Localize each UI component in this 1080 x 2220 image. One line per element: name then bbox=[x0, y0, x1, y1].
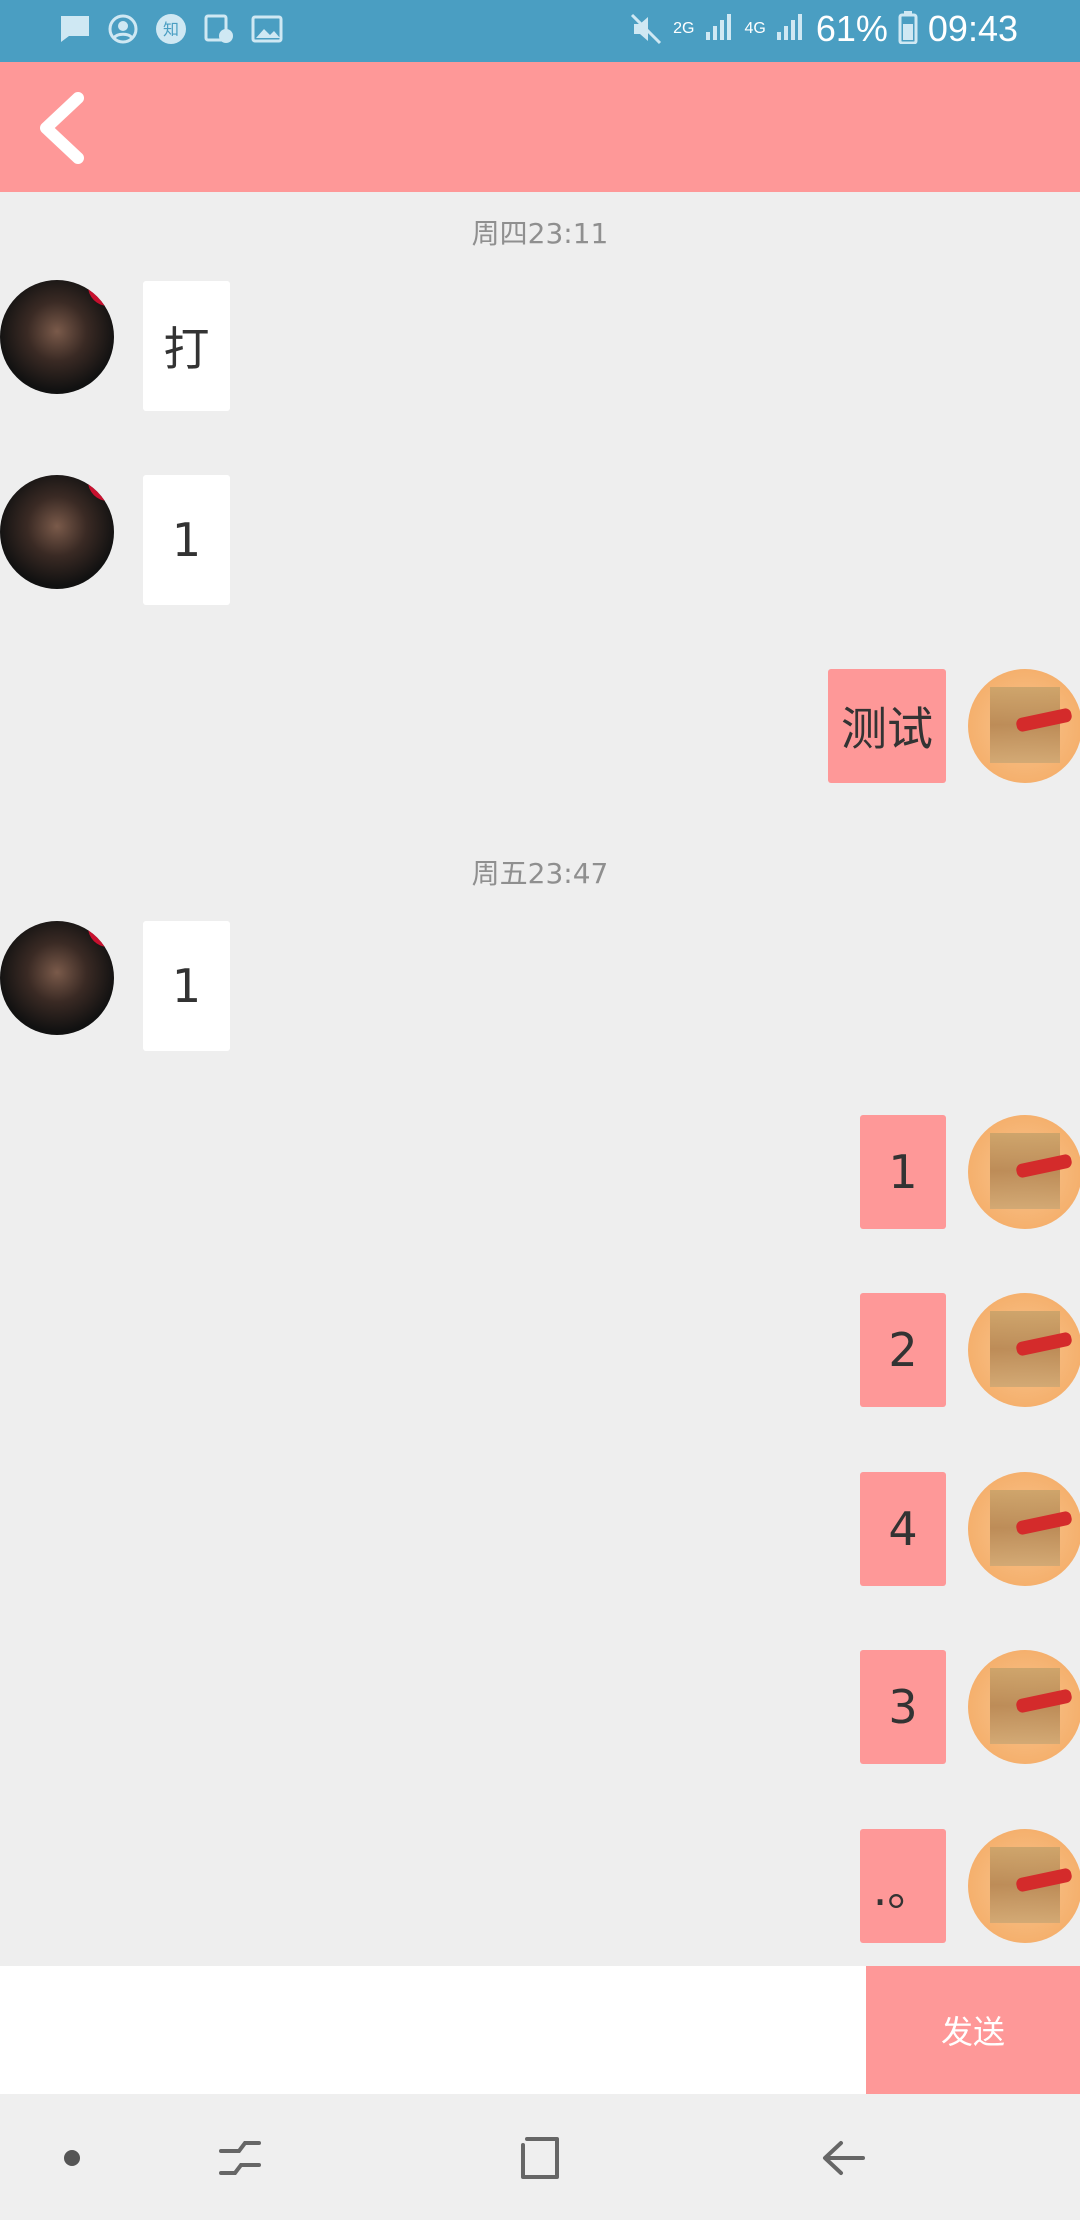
message-input[interactable] bbox=[0, 1966, 864, 2094]
contact-avatar[interactable] bbox=[0, 280, 114, 394]
status-bar: 知 2G 4G 61% 09:43 bbox=[0, 0, 1080, 62]
outgoing-message-bubble[interactable]: 4 bbox=[860, 1472, 946, 1586]
incoming-message-bubble[interactable]: 1 bbox=[143, 475, 230, 605]
zhihu-icon: 知 bbox=[154, 12, 188, 46]
battery-icon bbox=[898, 10, 918, 48]
contact-avatar[interactable] bbox=[0, 921, 114, 1035]
my-avatar[interactable] bbox=[968, 1293, 1080, 1407]
battery-percent: 61% bbox=[815, 8, 888, 49]
notification-icons: 知 bbox=[58, 12, 284, 46]
chat-timestamp: 周四23:11 bbox=[471, 217, 609, 250]
account-icon bbox=[106, 12, 140, 46]
home-icon[interactable] bbox=[510, 2126, 574, 2190]
my-avatar[interactable] bbox=[968, 1650, 1080, 1764]
navigation-bar bbox=[0, 2094, 1080, 2220]
outgoing-message-bubble[interactable]: 3 bbox=[860, 1650, 946, 1764]
net-4g-label: 4G bbox=[744, 20, 766, 37]
my-avatar[interactable] bbox=[968, 1115, 1080, 1229]
svg-text:知: 知 bbox=[163, 20, 179, 39]
signal-2g-icon bbox=[705, 12, 735, 46]
my-avatar[interactable] bbox=[968, 1829, 1080, 1943]
clock: 09:43 bbox=[927, 8, 1018, 49]
header-bar bbox=[0, 62, 1080, 192]
outgoing-message-bubble[interactable]: 测试 bbox=[828, 669, 946, 783]
calendar-clock-icon bbox=[202, 12, 236, 46]
back-arrow-icon[interactable] bbox=[812, 2126, 876, 2190]
composer-bar: 发送 bbox=[0, 1966, 1080, 2094]
outgoing-message-bubble[interactable]: 1 bbox=[860, 1115, 946, 1229]
outgoing-message-bubble[interactable]: .。 bbox=[860, 1829, 946, 1943]
contact-avatar[interactable] bbox=[0, 475, 114, 589]
back-button[interactable] bbox=[28, 88, 108, 168]
recent-apps-icon[interactable] bbox=[208, 2126, 272, 2190]
incoming-message-bubble[interactable]: 1 bbox=[143, 921, 230, 1051]
my-avatar[interactable] bbox=[968, 1472, 1080, 1586]
image-icon bbox=[250, 12, 284, 46]
system-status: 2G 4G 61% 09:43 bbox=[629, 8, 1018, 50]
incoming-message-bubble[interactable]: 打 bbox=[143, 281, 230, 411]
dot-icon[interactable] bbox=[40, 2126, 104, 2190]
chat-timestamp: 周五23:47 bbox=[471, 857, 609, 890]
outgoing-message-bubble[interactable]: 2 bbox=[860, 1293, 946, 1407]
chevron-left-icon bbox=[40, 92, 84, 164]
send-button[interactable]: 发送 bbox=[866, 1966, 1080, 2094]
chat-list[interactable]: 周四23:11 打 1 测试 周五23:47 1 1 2 4 3 .。 bbox=[0, 192, 1080, 1966]
message-icon bbox=[58, 12, 92, 46]
mute-icon bbox=[629, 12, 663, 46]
signal-4g-icon bbox=[776, 12, 806, 46]
my-avatar[interactable] bbox=[968, 669, 1080, 783]
net-2g-label: 2G bbox=[673, 20, 695, 37]
